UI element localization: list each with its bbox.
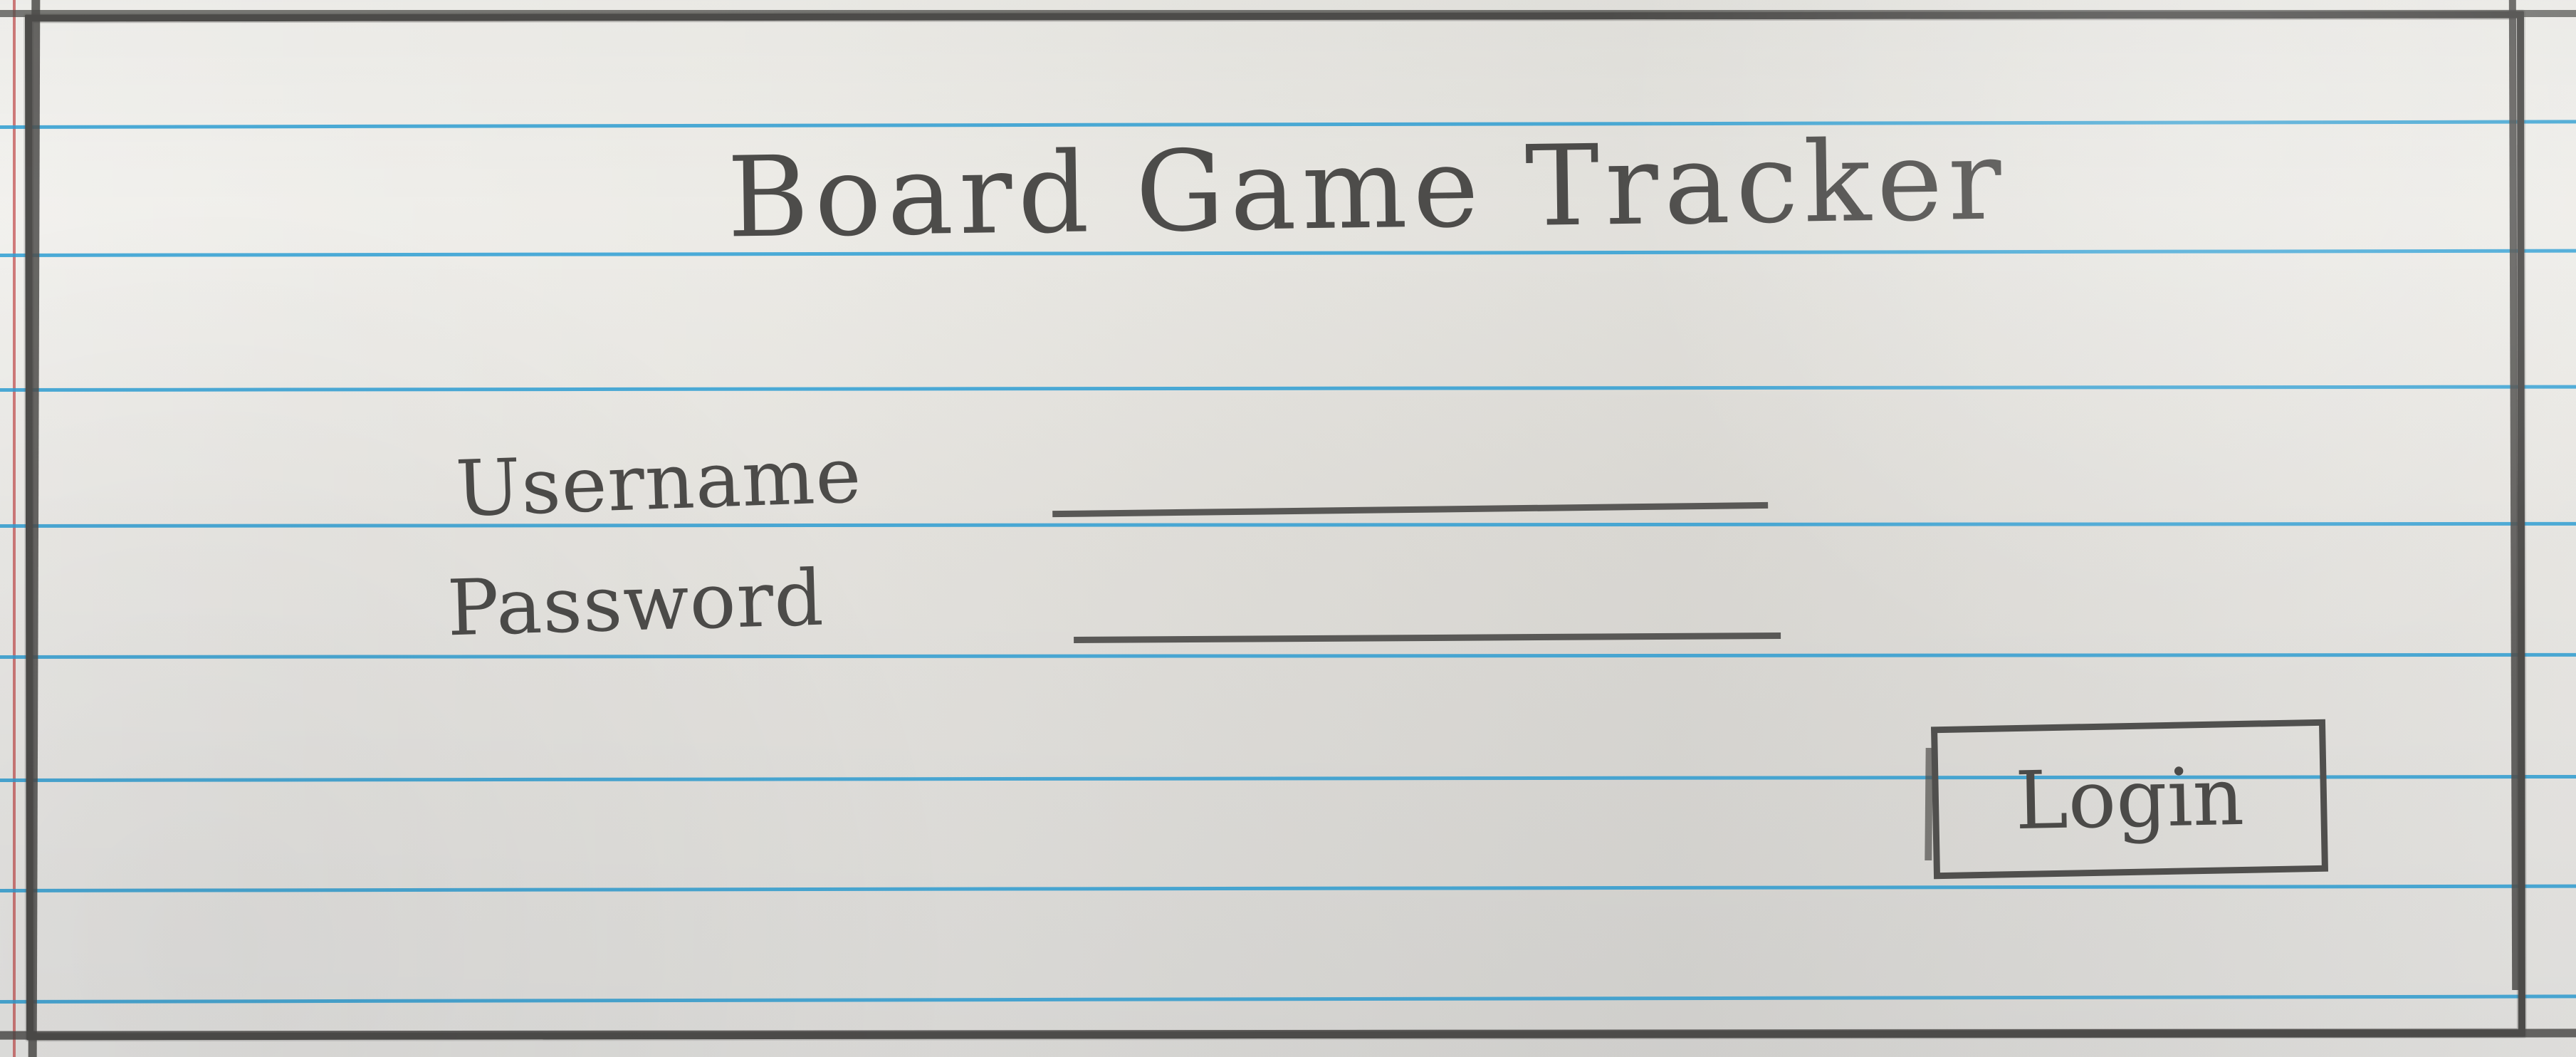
- username-label: Username: [454, 431, 864, 534]
- login-button[interactable]: Login: [1930, 719, 2329, 880]
- margin-line: [13, 0, 16, 1057]
- password-label: Password: [446, 553, 825, 654]
- password-field[interactable]: [1073, 610, 1781, 644]
- page-title: Board Game Tracker: [726, 115, 2008, 263]
- password-input[interactable]: [1073, 610, 1781, 637]
